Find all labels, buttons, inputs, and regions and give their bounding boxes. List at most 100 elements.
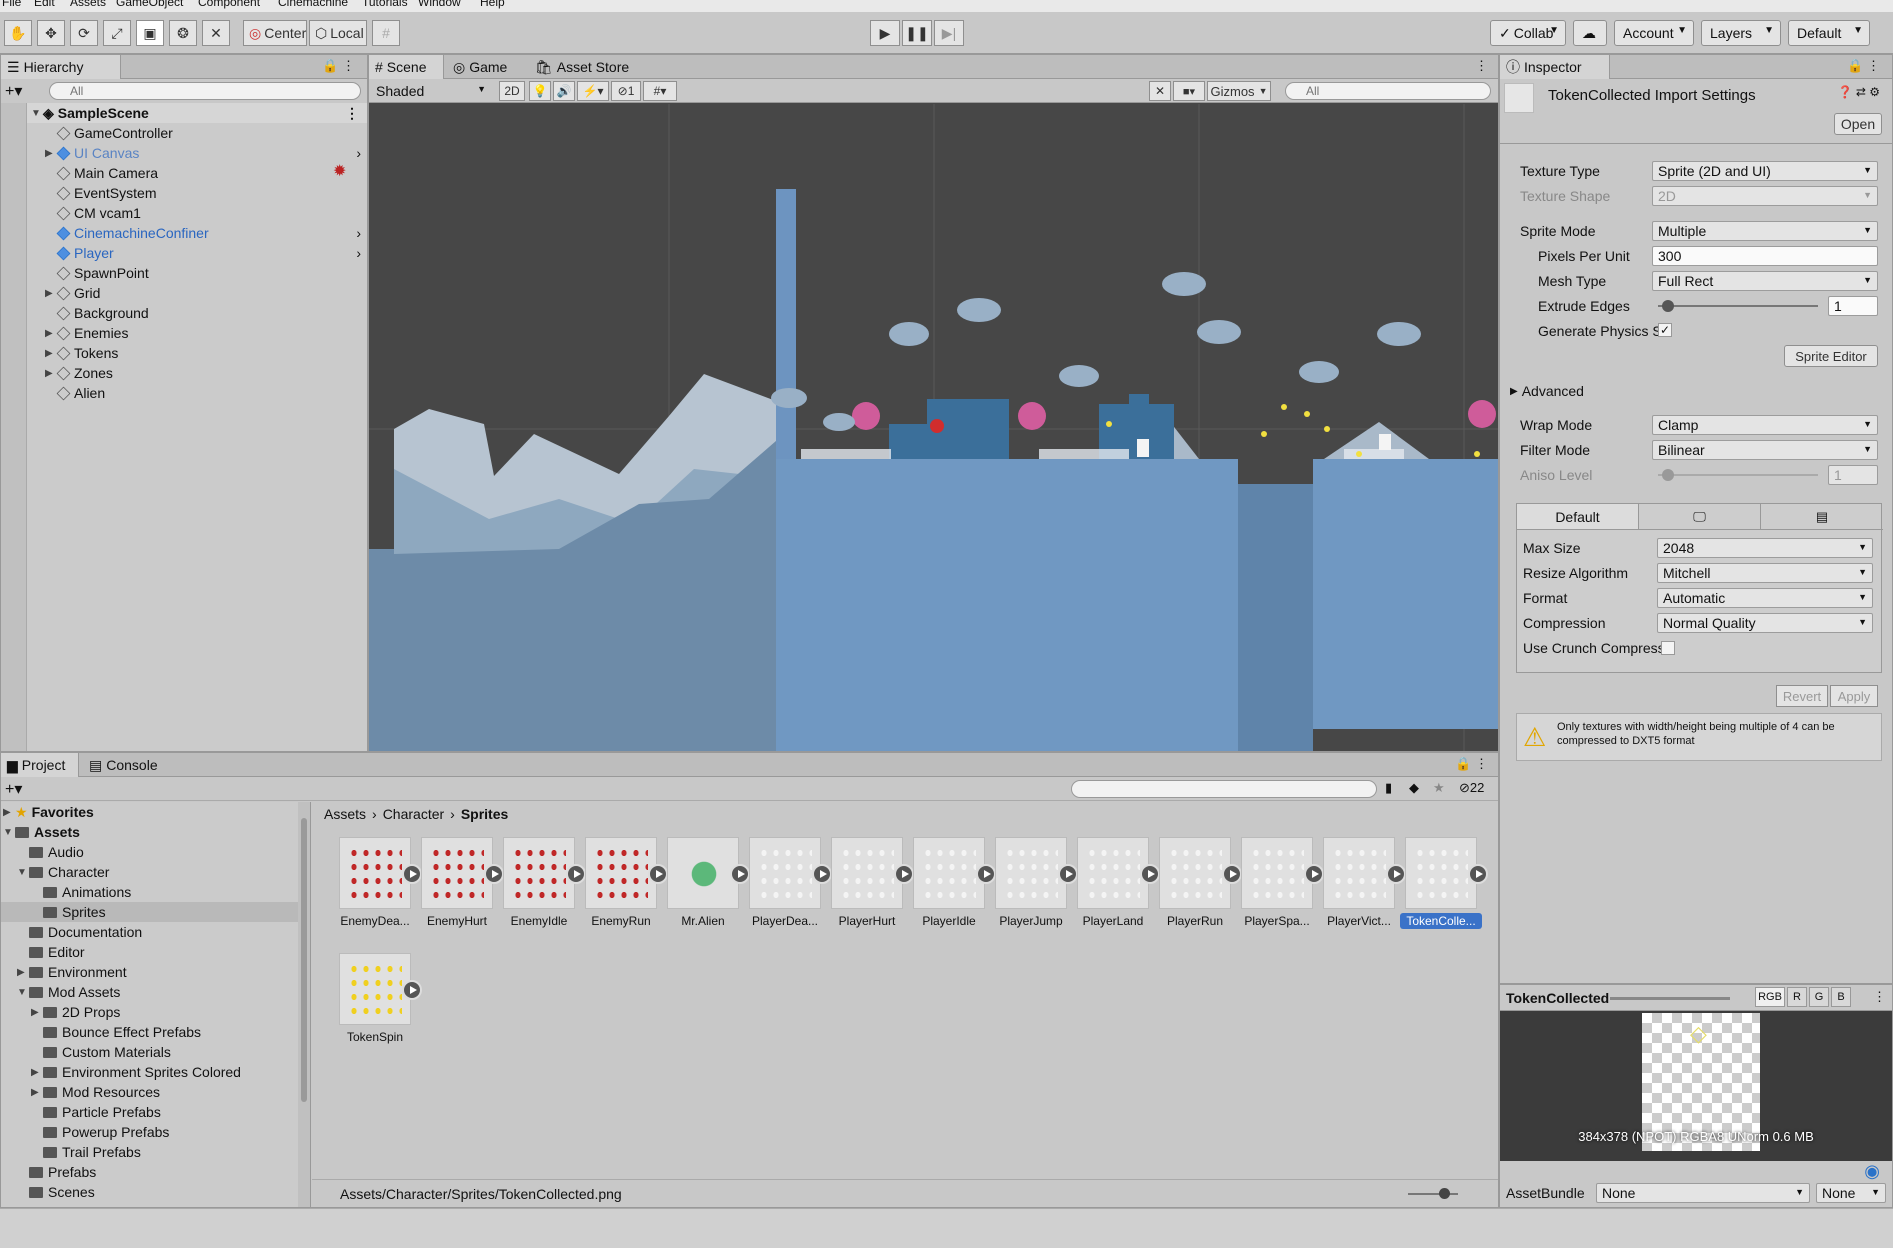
hierarchy-item[interactable]: ▶ Grid bbox=[27, 283, 367, 303]
variant-dropdown[interactable]: None ▼ bbox=[1816, 1183, 1886, 1203]
folder-tree-item[interactable]: Prefabs bbox=[1, 1162, 298, 1182]
layers-dropdown[interactable]: Layers ▼ bbox=[1701, 20, 1781, 46]
wrap-mode-dropdown[interactable]: Clamp ▼ bbox=[1652, 415, 1878, 435]
breadcrumb-sprites[interactable]: Sprites bbox=[461, 806, 508, 822]
lock-icon[interactable]: 🔒 ⋮ bbox=[1455, 756, 1488, 772]
asset-item[interactable]: PlayerVict... bbox=[1318, 837, 1406, 929]
asset-item[interactable]: PlayerHurt bbox=[826, 837, 914, 929]
mode-2d-toggle[interactable]: 2D bbox=[499, 81, 525, 101]
fold-closed-icon[interactable]: ▶ bbox=[3, 807, 15, 818]
fold-open-icon[interactable]: ▼ bbox=[17, 867, 29, 878]
menu-gameobject[interactable]: GameObject bbox=[116, 0, 183, 9]
channel-r-button[interactable]: R bbox=[1787, 987, 1807, 1007]
pixels-per-unit-input[interactable]: 300 bbox=[1652, 246, 1878, 266]
add-dropdown-icon[interactable]: +▾ bbox=[5, 779, 22, 799]
tab-game[interactable]: ◎ Game bbox=[447, 55, 521, 79]
platform-tab-default[interactable]: Default bbox=[1517, 504, 1639, 530]
folder-tree-item[interactable]: Powerup Prefabs bbox=[1, 1122, 298, 1142]
lighting-toggle[interactable]: 💡 bbox=[529, 81, 551, 101]
effects-dropdown[interactable]: ⚡▾ bbox=[577, 81, 609, 101]
cloud-button[interactable]: ☁ bbox=[1573, 20, 1607, 46]
resize-algorithm-dropdown[interactable]: Mitchell ▼ bbox=[1657, 563, 1873, 583]
account-dropdown[interactable]: Account ▼ bbox=[1614, 20, 1694, 46]
snap-button[interactable]: # bbox=[372, 20, 400, 46]
mip-slider[interactable] bbox=[1610, 997, 1730, 1000]
audio-toggle[interactable]: 🔊 bbox=[553, 81, 575, 101]
folder-tree-item[interactable]: Editor bbox=[1, 942, 298, 962]
kebab-menu-icon[interactable]: 🔒 ⋮ bbox=[322, 58, 355, 74]
max-size-dropdown[interactable]: 2048 ▼ bbox=[1657, 538, 1873, 558]
camera-dropdown[interactable]: ■▾ bbox=[1173, 81, 1205, 101]
hierarchy-item[interactable]: ▶ Tokens bbox=[27, 343, 367, 363]
hierarchy-item[interactable]: Main Camera bbox=[27, 163, 367, 183]
breadcrumb-character[interactable]: Character bbox=[383, 806, 444, 822]
shading-dropdown[interactable]: Shaded ▼ bbox=[371, 81, 491, 101]
folder-tree-item[interactable]: Scenes bbox=[1, 1182, 298, 1202]
crunch-checkbox[interactable] bbox=[1661, 641, 1675, 655]
thumbnail-size-thumb[interactable] bbox=[1439, 1188, 1450, 1199]
hierarchy-item[interactable]: ▶ Zones bbox=[27, 363, 367, 383]
folder-tree-item[interactable]: Bounce Effect Prefabs bbox=[1, 1022, 298, 1042]
fold-closed-icon[interactable]: ▶ bbox=[31, 1007, 43, 1018]
asset-item[interactable]: PlayerIdle bbox=[908, 837, 996, 929]
grid-dropdown[interactable]: #▾ bbox=[643, 81, 677, 101]
mesh-type-dropdown[interactable]: Full Rect ▼ bbox=[1652, 271, 1878, 291]
asset-item[interactable]: TokenSpin bbox=[334, 953, 422, 1045]
tree-scrollbar[interactable] bbox=[298, 802, 310, 1207]
kebab-menu-icon[interactable]: ⋮ bbox=[345, 105, 359, 122]
scene-viewport[interactable] bbox=[369, 104, 1499, 752]
tab-hierarchy[interactable]: ☰ Hierarchy bbox=[1, 55, 121, 79]
collab-dropdown[interactable]: ✓ Collab ▼ bbox=[1490, 20, 1566, 46]
sprite-editor-button[interactable]: Sprite Editor bbox=[1784, 345, 1878, 367]
pause-button[interactable]: ❚❚ bbox=[902, 20, 932, 46]
hierarchy-item[interactable]: ▶ UI Canvas › bbox=[27, 143, 367, 163]
star-icon[interactable]: ★ bbox=[1433, 780, 1445, 796]
chevron-right-icon[interactable]: › bbox=[356, 225, 361, 241]
folder-tree-item[interactable]: ▶ 2D Props bbox=[1, 1002, 298, 1022]
scene-search-input[interactable] bbox=[1285, 82, 1491, 100]
folder-tree-item[interactable]: Audio bbox=[1, 842, 298, 862]
expand-play-icon[interactable] bbox=[1468, 864, 1488, 884]
add-dropdown-icon[interactable]: +▾ bbox=[5, 81, 22, 101]
menu-file[interactable]: File bbox=[2, 0, 21, 9]
hierarchy-item[interactable]: Background bbox=[27, 303, 367, 323]
kebab-menu-icon[interactable]: ⋮ bbox=[1475, 58, 1488, 74]
hierarchy-item[interactable]: CM vcam1 bbox=[27, 203, 367, 223]
pivot-toggle[interactable]: ◎ Center bbox=[243, 20, 307, 46]
asset-item[interactable]: TokenColle... bbox=[1400, 837, 1488, 929]
asset-item[interactable]: EnemyIdle bbox=[498, 837, 586, 929]
open-button[interactable]: Open bbox=[1834, 113, 1882, 135]
chevron-right-icon[interactable]: › bbox=[356, 245, 361, 261]
breadcrumb-assets[interactable]: Assets bbox=[324, 806, 366, 822]
tag-icon[interactable]: ◉ bbox=[1864, 1161, 1880, 1182]
hierarchy-item[interactable]: GameController bbox=[27, 123, 367, 143]
hand-tool-button[interactable]: ✋ bbox=[4, 20, 32, 46]
hierarchy-item[interactable]: EventSystem bbox=[27, 183, 367, 203]
hierarchy-item[interactable]: Alien bbox=[27, 383, 367, 403]
label-icon[interactable]: ◆ bbox=[1409, 780, 1419, 796]
chevron-right-icon[interactable]: › bbox=[356, 145, 361, 161]
transform-tool-button[interactable]: ❂ bbox=[169, 20, 197, 46]
folder-tree-item[interactable]: ▼ Assets bbox=[1, 822, 298, 842]
asset-item[interactable]: EnemyRun bbox=[580, 837, 668, 929]
channel-b-button[interactable]: B bbox=[1831, 987, 1851, 1007]
hierarchy-search-input[interactable] bbox=[49, 82, 361, 100]
hierarchy-item[interactable]: CinemachineConfiner › bbox=[27, 223, 367, 243]
menu-component[interactable]: Component bbox=[198, 0, 260, 9]
texture-type-dropdown[interactable]: Sprite (2D and UI) ▼ bbox=[1652, 161, 1878, 181]
extrude-slider-thumb[interactable] bbox=[1662, 300, 1674, 312]
fold-closed-icon[interactable]: ▶ bbox=[31, 1067, 43, 1078]
step-button[interactable]: ▶| bbox=[934, 20, 964, 46]
hierarchy-item[interactable]: ▶ Enemies bbox=[27, 323, 367, 343]
menu-assets[interactable]: Assets bbox=[70, 0, 106, 9]
asset-item[interactable]: Mr.Alien bbox=[662, 837, 750, 929]
kebab-menu-icon[interactable]: ⋮ bbox=[1873, 989, 1886, 1005]
asset-item[interactable]: PlayerRun bbox=[1154, 837, 1242, 929]
hidden-packages-toggle[interactable]: ⊘22 bbox=[1459, 780, 1484, 796]
folder-tree-item[interactable]: ▼ Character bbox=[1, 862, 298, 882]
tree-scrollbar-thumb[interactable] bbox=[301, 818, 307, 1102]
tools-button[interactable]: ✕ bbox=[1149, 81, 1171, 101]
extrude-slider-track[interactable] bbox=[1658, 305, 1818, 307]
folder-tree-item[interactable]: Particle Prefabs bbox=[1, 1102, 298, 1122]
menu-window[interactable]: Window bbox=[418, 0, 461, 9]
